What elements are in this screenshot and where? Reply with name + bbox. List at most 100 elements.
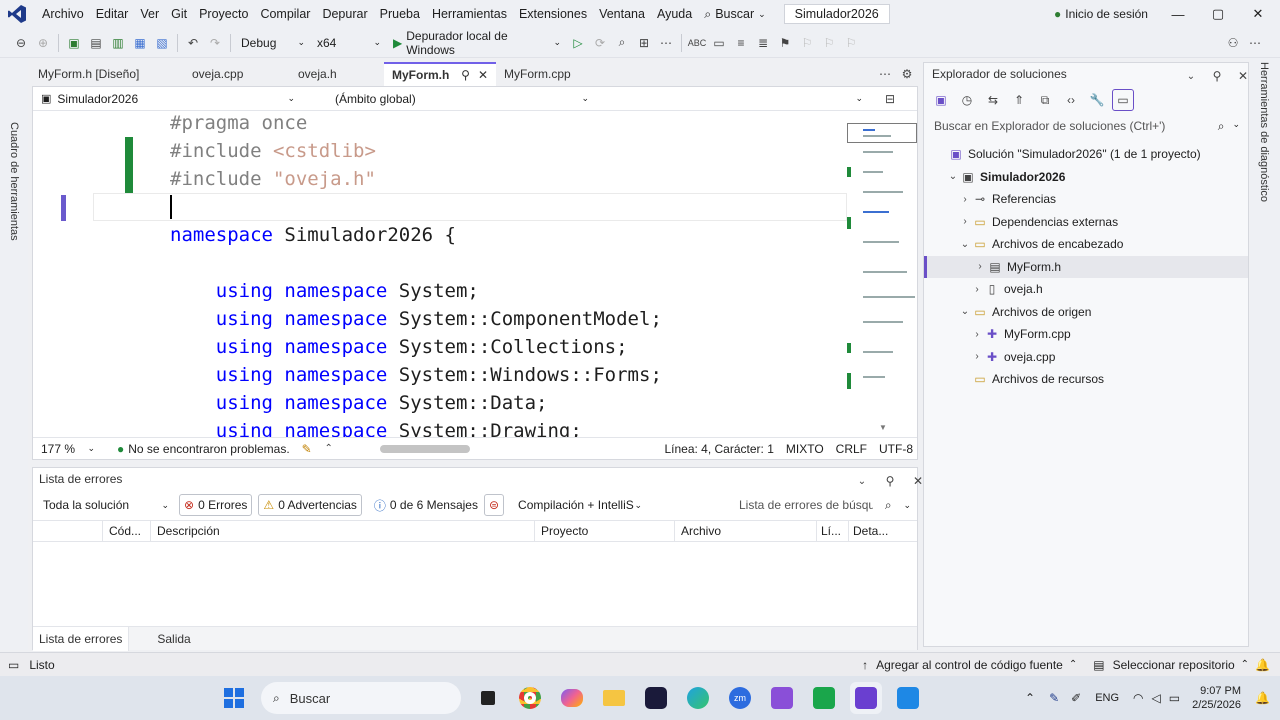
pen-icon[interactable]: ✎ xyxy=(1049,691,1059,705)
column-file[interactable]: Archivo xyxy=(675,520,817,542)
expand-chevron-icon[interactable]: › xyxy=(958,194,972,205)
close-icon[interactable]: ✕ xyxy=(478,68,488,82)
menu-item-herramientas[interactable]: Herramientas xyxy=(426,0,513,28)
menu-item-proyecto[interactable]: Proyecto xyxy=(193,0,254,28)
code-line[interactable]: using namespace System; xyxy=(170,277,479,305)
new-item-icon[interactable]: ▤ xyxy=(85,32,107,54)
column-header-icon[interactable] xyxy=(33,520,103,542)
expand-chevron-icon[interactable]: ⌄ xyxy=(958,239,972,250)
language-indicator[interactable]: ENG xyxy=(1095,692,1119,704)
file-explorer-icon[interactable] xyxy=(598,682,630,714)
volume-icon[interactable]: ◁ xyxy=(1152,691,1161,705)
code-line[interactable]: using namespace System::ComponentModel; xyxy=(170,305,662,333)
line-ending[interactable]: CRLF xyxy=(836,442,867,456)
signin-button[interactable]: ● Inicio de sesión xyxy=(1054,0,1148,28)
preview-icon[interactable]: ▭ xyxy=(1112,89,1134,111)
scroll-down-icon[interactable]: ▼ xyxy=(879,423,887,432)
spellcheck-icon[interactable]: ABC xyxy=(686,32,708,54)
expand-chevron-icon[interactable]: › xyxy=(970,351,984,362)
solution-search-input[interactable]: Buscar en Explorador de soluciones (Ctrl… xyxy=(930,115,1244,137)
filter-icon[interactable]: ⊜ xyxy=(483,494,505,516)
menu-item-extensiones[interactable]: Extensiones xyxy=(513,0,593,28)
tab-oveja-cpp[interactable]: oveja.cpp xyxy=(184,62,290,86)
toolbar-options-icon[interactable]: ⋯ xyxy=(1244,32,1266,54)
menu-item-editar[interactable]: Editar xyxy=(90,0,135,28)
indent-icon[interactable]: ≣ xyxy=(752,32,774,54)
tree-item[interactable]: › ▯ oveja.h xyxy=(924,278,1248,300)
tab-oveja-h[interactable]: oveja.h xyxy=(290,62,384,86)
battery-icon[interactable]: ▭ xyxy=(1169,691,1180,705)
horizontal-scrollbar[interactable] xyxy=(379,444,470,453)
clipchamp-icon[interactable] xyxy=(640,682,672,714)
tab-myform-h-design[interactable]: MyForm.h [Diseño] xyxy=(30,62,184,86)
tab-overflow-icon[interactable]: ⋯ xyxy=(874,63,896,85)
expand-chevron-icon[interactable]: › xyxy=(973,261,987,272)
column-line[interactable]: Lí... xyxy=(817,520,849,542)
pin-icon[interactable]: ⚲ xyxy=(879,470,901,492)
column-project[interactable]: Proyecto xyxy=(535,520,675,542)
code-line[interactable]: #include "oveja.h" xyxy=(170,165,376,193)
task-view-icon[interactable] xyxy=(472,682,504,714)
visual-studio-active-icon[interactable] xyxy=(850,682,882,714)
cursor-position[interactable]: Línea: 4, Carácter: 1 xyxy=(664,442,773,456)
scope-nav-select[interactable]: (Ámbito global) ⌄ xyxy=(327,88,597,110)
tree-item[interactable]: › ▭ Dependencias externas xyxy=(924,211,1248,233)
wifi-icon[interactable]: ◠ xyxy=(1133,691,1143,705)
menu-item-git[interactable]: Git xyxy=(165,0,193,28)
green-app-icon[interactable] xyxy=(808,682,840,714)
split-editor-icon[interactable]: ⊟ xyxy=(879,88,901,110)
copilot-app-icon[interactable] xyxy=(556,682,588,714)
clock[interactable]: 9:07 PM 2/25/2026 xyxy=(1192,684,1241,712)
select-repo-button[interactable]: Seleccionar repositorio xyxy=(1113,658,1235,672)
visual-studio-purple-icon[interactable] xyxy=(766,682,798,714)
code-line[interactable]: #include <cstdlib> xyxy=(170,137,376,165)
tree-item[interactable]: › ✚ oveja.cpp xyxy=(924,346,1248,368)
code-line[interactable]: using namespace System::Collections; xyxy=(170,333,628,361)
more-icon[interactable]: ⋯ xyxy=(655,32,677,54)
history-icon[interactable]: ◷ xyxy=(956,89,978,111)
chevron-down-icon[interactable]: ⌄ xyxy=(851,470,873,492)
tree-item[interactable]: ▭ Archivos de recursos xyxy=(924,368,1248,390)
notifications-icon[interactable]: 🔔 xyxy=(1255,658,1270,672)
new-project-icon[interactable]: ▣ xyxy=(63,32,85,54)
source-control-button[interactable]: Agregar al control de código fuente xyxy=(876,658,1063,672)
problems-indicator[interactable]: ● No se encontraron problemas. xyxy=(117,442,290,456)
warnings-filter-button[interactable]: ⚠ 0 Advertencias xyxy=(258,494,362,516)
hot-reload-icon[interactable]: ⟳ xyxy=(589,32,611,54)
close-icon[interactable]: ✕ xyxy=(1232,65,1254,87)
expand-chevron-icon[interactable]: › xyxy=(970,329,984,340)
search-button[interactable]: ⌕ Buscar ⌄ xyxy=(698,0,771,28)
minimap-viewport[interactable] xyxy=(847,123,917,143)
format-icon[interactable]: ≡ xyxy=(730,32,752,54)
tree-item[interactable]: ⌄ ▭ Archivos de encabezado xyxy=(924,233,1248,255)
zoom-select[interactable]: 177 % ⌄ xyxy=(33,438,103,460)
column-details[interactable]: Deta... xyxy=(849,520,915,542)
menu-item-ventana[interactable]: Ventana xyxy=(593,0,651,28)
tab-settings-icon[interactable]: ⚙ xyxy=(896,63,918,85)
zoom-icon[interactable]: zm xyxy=(724,682,756,714)
maximize-button[interactable]: ▢ xyxy=(1198,0,1238,28)
errors-filter-button[interactable]: ⊗ 0 Errores xyxy=(179,494,253,516)
windows-start-icon[interactable] xyxy=(218,682,250,714)
output-icon[interactable]: ▭ xyxy=(8,658,19,672)
scope-select[interactable]: Toda la solución ⌄ xyxy=(39,494,173,516)
error-search-input[interactable]: Lista de errores de búsqued ⌕ ⌄ xyxy=(735,494,915,516)
project-nav-select[interactable]: ▣ Simulador2026 ⌄ xyxy=(33,88,303,110)
tree-item[interactable]: ⌄ ▭ Archivos de origen xyxy=(924,301,1248,323)
tree-item[interactable]: ▣ Solución "Simulador2026" (1 de 1 proyec… xyxy=(924,143,1248,165)
code-line[interactable]: #pragma once xyxy=(170,111,307,137)
menu-item-prueba[interactable]: Prueba xyxy=(374,0,426,28)
notification-bell-icon[interactable]: 🔔 xyxy=(1255,691,1270,705)
save-icon[interactable]: ▦ xyxy=(129,32,151,54)
forward-icon[interactable]: ⊕ xyxy=(32,32,54,54)
comment-icon[interactable]: ▭ xyxy=(708,32,730,54)
save-all-icon[interactable]: ▧ xyxy=(151,32,173,54)
code-line[interactable]: using namespace System::Drawing; xyxy=(170,417,582,437)
minimize-button[interactable]: — xyxy=(1158,0,1198,28)
cleanup-icon[interactable]: ✎ xyxy=(296,438,318,460)
expand-chevron-icon[interactable]: › xyxy=(958,216,972,227)
messages-filter-button[interactable]: ⓘ 0 de 6 Mensajes xyxy=(374,497,478,514)
tree-item[interactable]: › ✚ MyForm.cpp xyxy=(924,323,1248,345)
menu-item-compilar[interactable]: Compilar xyxy=(254,0,316,28)
code-line[interactable]: using namespace System::Data; xyxy=(170,389,548,417)
